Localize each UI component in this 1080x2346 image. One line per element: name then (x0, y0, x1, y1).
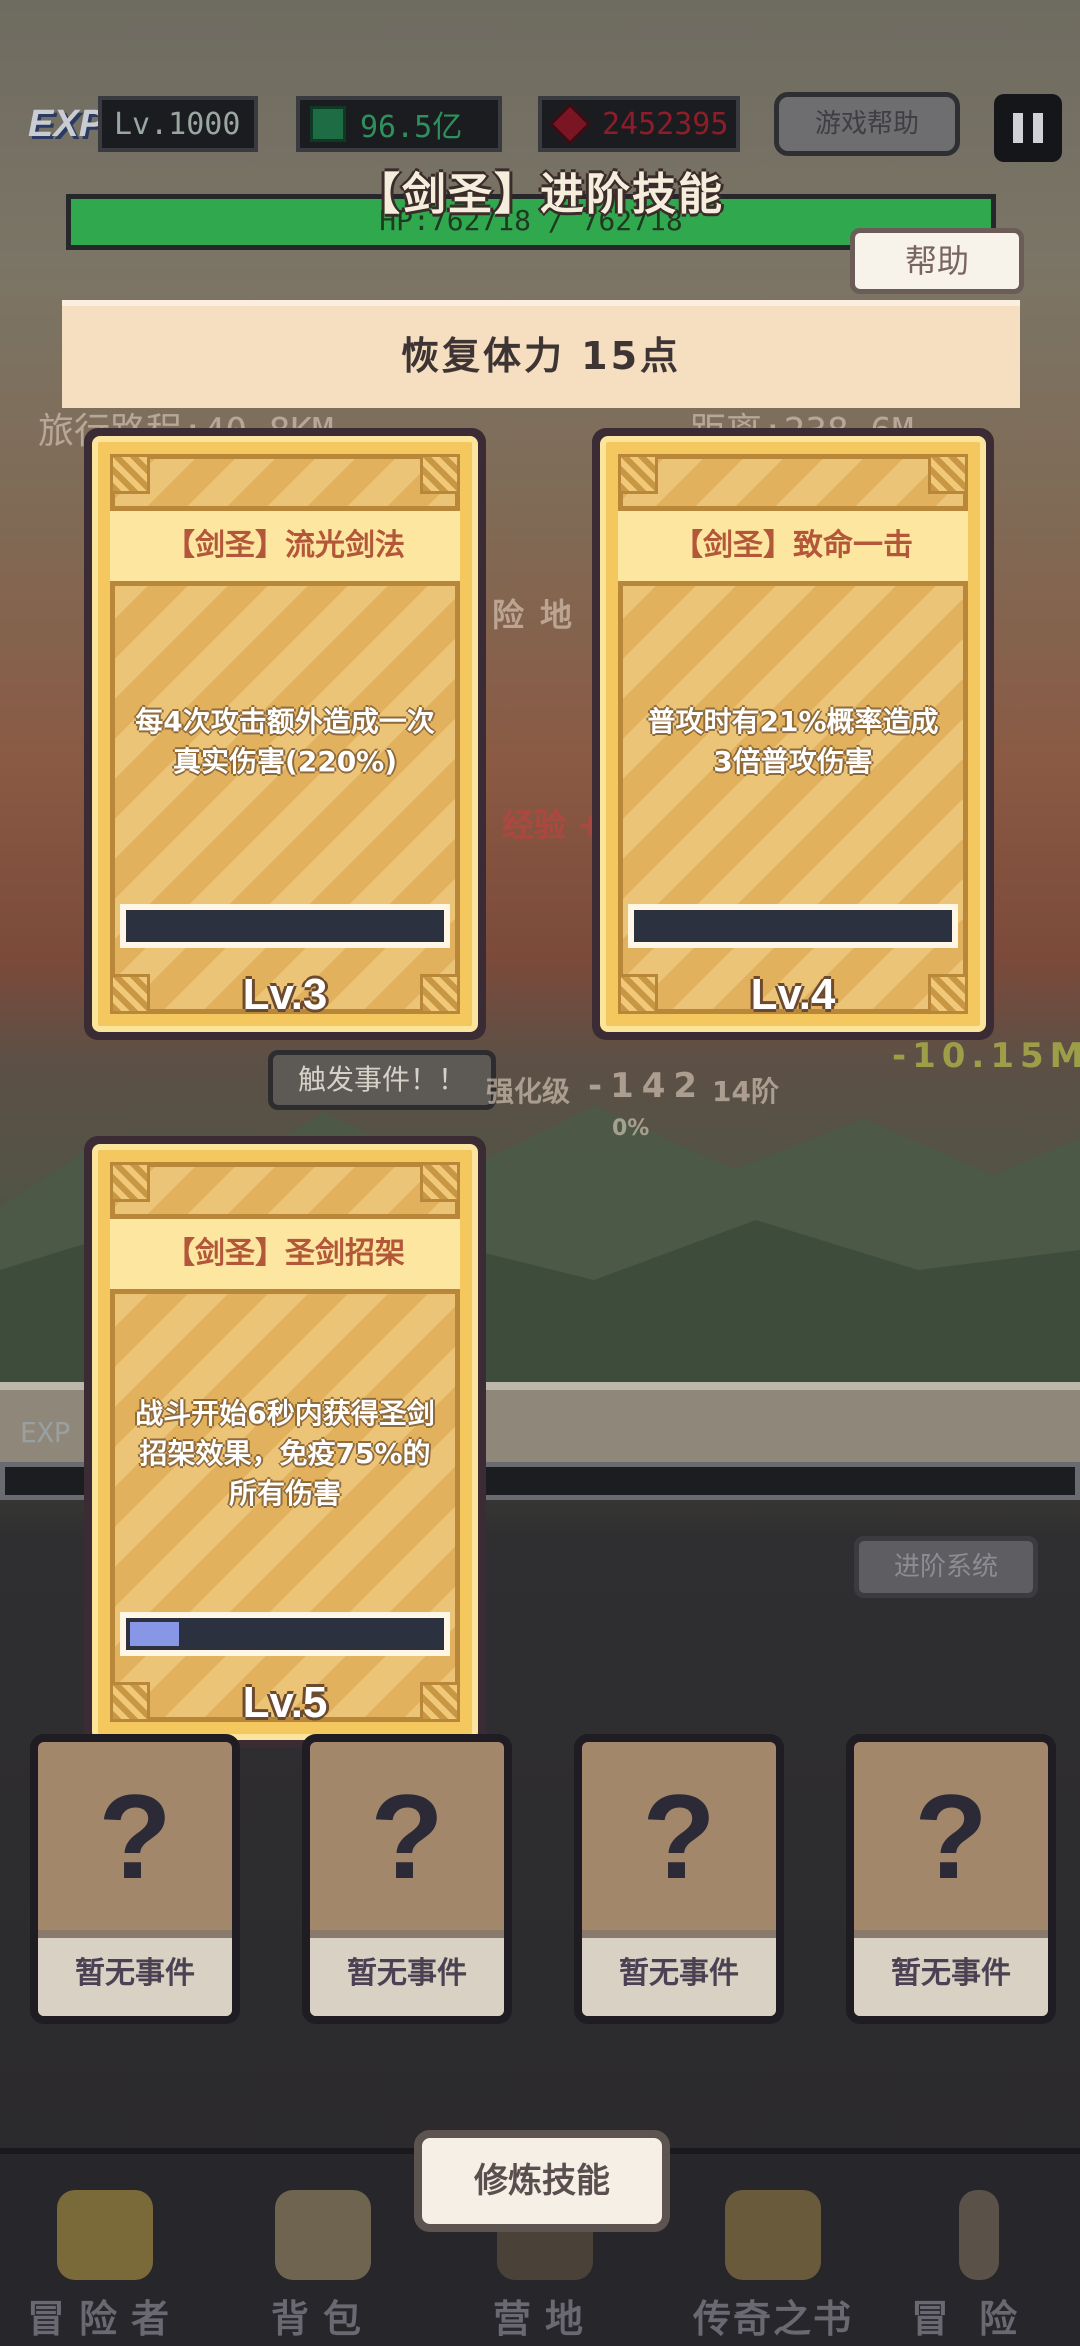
nav-label: 背包 (270, 2297, 375, 2341)
book-icon (725, 2190, 821, 2280)
helmet-icon (57, 2190, 153, 2280)
game-help-button[interactable]: 游戏帮助 (774, 92, 960, 156)
skill-name: 【剑圣】致命一击 (618, 506, 968, 586)
gem-counter: 96.5亿 (296, 96, 502, 152)
skill-progress-bar (120, 904, 450, 948)
skill-name: 【剑圣】流光剑法 (110, 506, 460, 586)
corner-ornament (420, 454, 460, 494)
event-slot[interactable]: ? 暂无事件 (30, 1734, 240, 2024)
skill-level: Lv.5 (242, 1678, 328, 1727)
question-mark-icon: ? (370, 1770, 444, 1904)
advance-system-button[interactable]: 进阶系统 (854, 1536, 1038, 1598)
corner-ornament (110, 1162, 150, 1202)
gem-icon (310, 106, 346, 142)
skill-description: 普攻时有21%概率造成3倍普攻伤害 (647, 705, 939, 778)
exp-plus-text: 经验 + (502, 806, 604, 844)
corner-ornament (618, 454, 658, 494)
skill-name: 【剑圣】圣剑招架 (110, 1214, 460, 1294)
skill-progress-bar (628, 904, 958, 948)
nav-legend-book[interactable]: 传奇之书 (678, 2190, 868, 2341)
skill-progress-bar (120, 1612, 450, 1656)
skill-level: Lv.3 (242, 970, 328, 1019)
skill-description: 每4次攻击额外造成一次真实伤害(220%) (135, 705, 435, 778)
corner-ornament (110, 454, 150, 494)
ruby-icon (549, 103, 591, 145)
enhance-label: 强化级 (486, 1075, 571, 1108)
modal-title: 【剑圣】进阶技能 (356, 169, 724, 220)
skill-card[interactable]: 【剑圣】致命一击 普攻时有21%概率造成3倍普攻伤害 Lv.4 (592, 428, 994, 1040)
stage-label: 14阶 (712, 1075, 779, 1108)
nav-adventurer[interactable]: 冒险者 (20, 2190, 190, 2341)
skill-level: Lv.4 (750, 970, 836, 1019)
event-slot[interactable]: ? 暂无事件 (846, 1734, 1056, 2024)
skill-card[interactable]: 【剑圣】圣剑招架 战斗开始6秒内获得圣剑招架效果，免疫75%的所有伤害 Lv.5 (84, 1136, 486, 1748)
nav-adventure[interactable]: 冒险 (894, 2190, 1064, 2341)
exp-label: EXP (20, 1416, 71, 1449)
event-label: 暂无事件 (854, 1930, 1048, 2016)
event-label: 暂无事件 (582, 1930, 776, 2016)
gem-value: 96.5亿 (360, 110, 463, 145)
trigger-event-bubble: 触发事件！！ (268, 1050, 496, 1110)
nav-label: 营地 (492, 2297, 597, 2341)
question-mark-icon: ? (914, 1770, 988, 1904)
event-label: 暂无事件 (310, 1930, 504, 2016)
skill-progress-fill (130, 1622, 180, 1646)
nav-label: 冒险 (910, 2297, 1047, 2341)
question-mark-icon: ? (642, 1770, 716, 1904)
pause-button[interactable] (994, 94, 1062, 162)
adventure-land-text: 险地 (492, 596, 589, 634)
restore-stamina-bar: 恢复体力 15点 (62, 300, 1020, 408)
help-button[interactable]: 帮助 (850, 228, 1024, 294)
nav-backpack[interactable]: 背包 (238, 2190, 408, 2341)
skill-description: 战斗开始6秒内获得圣剑招架效果，免疫75%的所有伤害 (135, 1397, 435, 1510)
corner-ornament (928, 454, 968, 494)
event-slot[interactable]: ? 暂无事件 (302, 1734, 512, 2024)
ruby-counter: 2452395 (538, 96, 740, 152)
level-display: Lv.1000 (98, 96, 258, 152)
backpack-icon (275, 2190, 371, 2280)
pause-icon (1013, 113, 1023, 143)
percent-label: 0% (612, 1116, 650, 1141)
sword-icon (959, 2190, 999, 2280)
nav-label: 传奇之书 (692, 2297, 853, 2341)
nav-label: 冒险者 (26, 2297, 183, 2341)
train-skill-button[interactable]: 修炼技能 (414, 2130, 670, 2232)
corner-ornament (420, 1162, 460, 1202)
ruby-value: 2452395 (602, 106, 729, 142)
skill-card[interactable]: 【剑圣】流光剑法 每4次攻击额外造成一次真实伤害(220%) Lv.3 (84, 428, 486, 1040)
enhance-value: -142 (588, 1066, 706, 1106)
event-slot[interactable]: ? 暂无事件 (574, 1734, 784, 2024)
question-mark-icon: ? (98, 1770, 172, 1904)
event-label: 暂无事件 (38, 1930, 232, 2016)
distance-right-text: -10.15M (892, 1036, 1080, 1076)
